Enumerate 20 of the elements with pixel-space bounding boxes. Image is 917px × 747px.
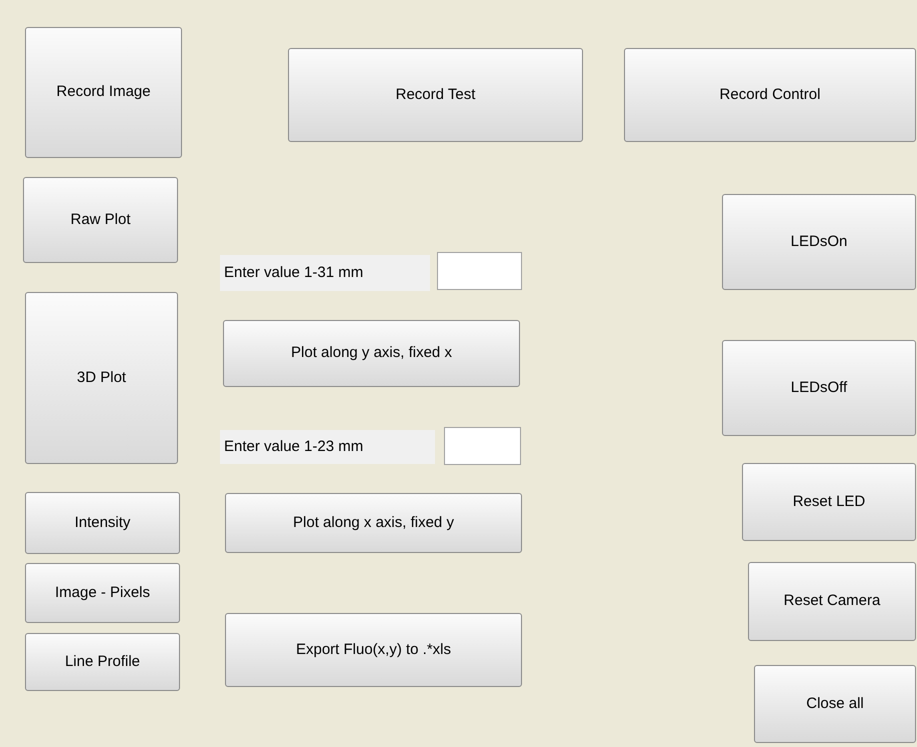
button[interactable]: Record Image — [25, 27, 182, 158]
button[interactable]: Image - Pixels — [25, 563, 180, 623]
button[interactable]: Intensity — [25, 492, 180, 554]
button[interactable]: Reset Camera — [748, 562, 916, 641]
button[interactable]: Close all — [754, 665, 916, 743]
button[interactable]: Raw Plot — [23, 177, 178, 263]
button[interactable]: Line Profile — [25, 633, 180, 691]
button[interactable]: Plot along x axis, fixed y — [225, 493, 522, 553]
input-field[interactable] — [444, 427, 521, 465]
button[interactable]: Record Test — [288, 48, 583, 142]
field-label: Enter value 1-31 mm — [220, 255, 430, 291]
button[interactable]: Reset LED — [742, 463, 916, 541]
button[interactable]: LEDsOn — [722, 194, 916, 290]
button[interactable]: LEDsOff — [722, 340, 916, 436]
button[interactable]: 3D Plot — [25, 292, 178, 464]
button[interactable]: Export Fluo(x,y) to .*xls — [225, 613, 522, 687]
button[interactable]: Record Control — [624, 48, 916, 142]
field-label: Enter value 1-23 mm — [220, 430, 435, 464]
button[interactable]: Plot along y axis, fixed x — [223, 320, 520, 387]
input-field[interactable] — [437, 252, 522, 290]
